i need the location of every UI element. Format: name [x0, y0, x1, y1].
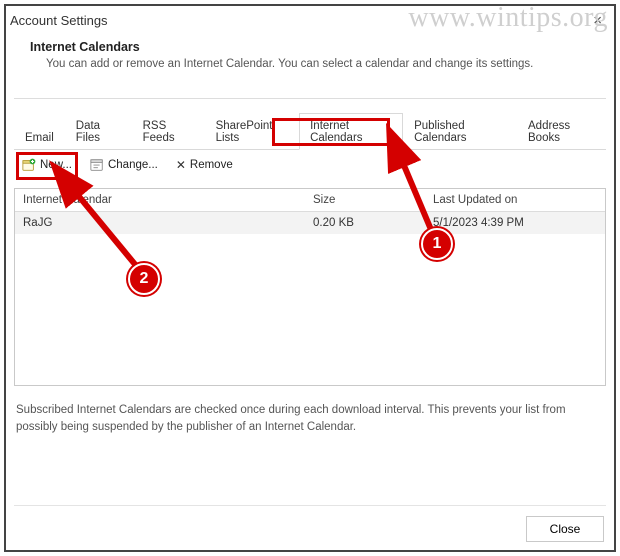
calendar-list: Internet Calendar Size Last Updated on R… — [14, 188, 606, 386]
tab-rss-feeds[interactable]: RSS Feeds — [132, 113, 205, 150]
change-button[interactable]: Change... — [88, 156, 160, 174]
titlebar: Account Settings × — [10, 12, 610, 29]
tab-sharepoint-lists[interactable]: SharePoint Lists — [205, 113, 300, 150]
tab-strip: Email Data Files RSS Feeds SharePoint Li… — [14, 122, 606, 150]
table-header-row: Internet Calendar Size Last Updated on — [15, 189, 605, 212]
tab-data-files[interactable]: Data Files — [65, 113, 132, 150]
cell-size: 0.20 KB — [305, 212, 425, 234]
change-button-label: Change... — [108, 159, 158, 171]
remove-button[interactable]: ✕ Remove — [174, 156, 235, 174]
tab-email[interactable]: Email — [14, 125, 65, 150]
remove-x-icon: ✕ — [176, 158, 186, 172]
section-heading: Internet Calendars — [30, 40, 140, 54]
section-description: You can add or remove an Internet Calend… — [46, 58, 533, 70]
cell-updated: 5/1/2023 4:39 PM — [425, 212, 605, 234]
window-close-button[interactable]: × — [593, 12, 602, 29]
window-title: Account Settings — [10, 13, 108, 28]
col-header-name[interactable]: Internet Calendar — [15, 189, 305, 211]
change-icon — [90, 158, 104, 172]
toolbar: New... Change... ✕ Remove — [20, 156, 235, 174]
tab-address-books[interactable]: Address Books — [517, 113, 606, 150]
new-calendar-icon — [22, 158, 36, 172]
footer-note: Subscribed Internet Calendars are checke… — [16, 402, 596, 435]
table-row[interactable]: RaJG 0.20 KB 5/1/2023 4:39 PM — [15, 212, 605, 234]
remove-button-label: Remove — [190, 159, 233, 171]
divider — [14, 98, 606, 99]
tab-internet-calendars[interactable]: Internet Calendars — [299, 113, 403, 150]
col-header-updated[interactable]: Last Updated on — [425, 189, 605, 211]
cell-name: RaJG — [15, 212, 305, 234]
button-separator — [14, 505, 606, 506]
new-button-label: New... — [40, 159, 72, 171]
col-header-size[interactable]: Size — [305, 189, 425, 211]
close-button[interactable]: Close — [526, 516, 604, 542]
new-button[interactable]: New... — [20, 156, 74, 174]
tab-published-calendars[interactable]: Published Calendars — [403, 113, 517, 150]
